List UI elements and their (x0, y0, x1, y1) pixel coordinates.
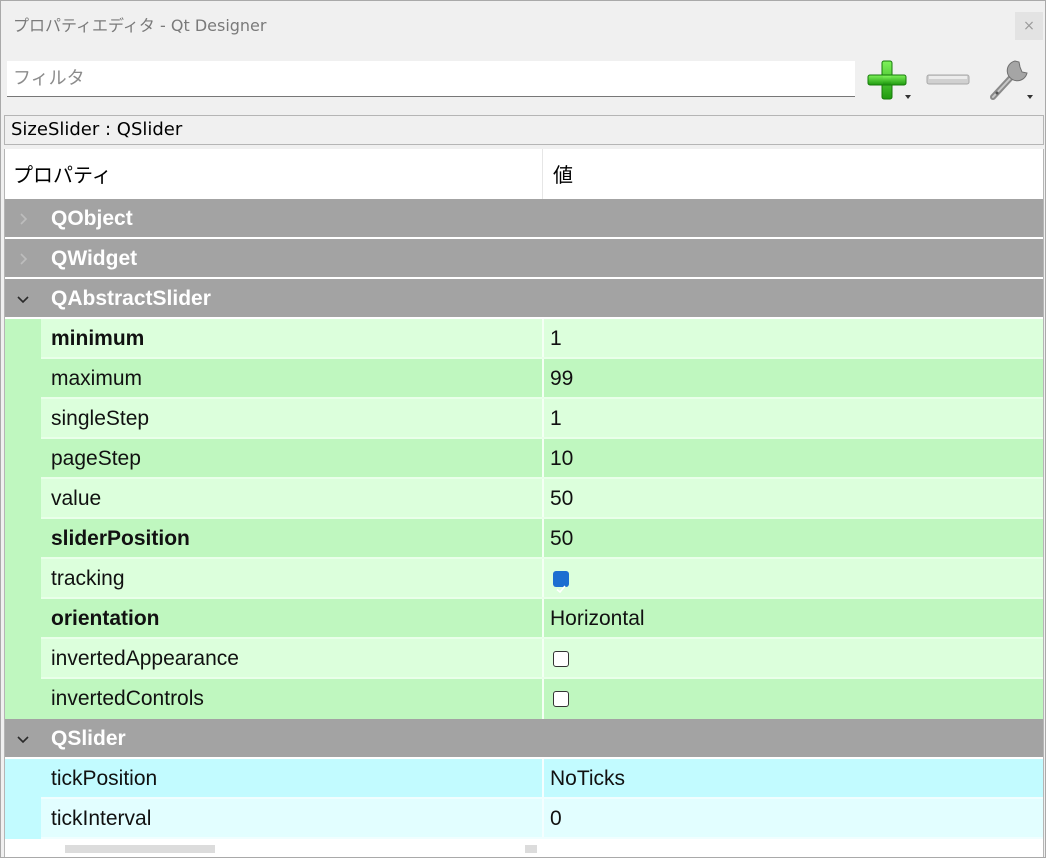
header-divider[interactable] (542, 149, 543, 199)
property-row-tracking[interactable]: tracking (5, 559, 1043, 599)
property-row-minimum[interactable]: minimum 1 (5, 319, 1043, 359)
group-name: QAbstractSlider (51, 287, 211, 310)
check-icon (556, 585, 566, 594)
property-value[interactable]: 50 (544, 519, 1043, 559)
header-property[interactable]: プロパティ (13, 149, 112, 199)
tracking-checkbox[interactable] (553, 571, 569, 594)
title-bar[interactable]: プロパティエディタ - Qt Designer × (1, 1, 1045, 45)
configure-button[interactable] (985, 55, 1035, 103)
inverted-controls-checkbox[interactable] (553, 691, 569, 707)
property-value[interactable]: 50 (544, 479, 1043, 519)
property-name: value (41, 479, 542, 519)
chevron-right-icon[interactable] (13, 249, 33, 269)
property-row-sliderposition[interactable]: sliderPosition 50 (5, 519, 1043, 559)
chevron-right-icon[interactable] (13, 209, 33, 229)
row-gutter (5, 439, 41, 479)
minus-icon (926, 74, 970, 85)
property-value[interactable]: 0 (544, 799, 1043, 839)
property-value[interactable]: Horizontal (544, 599, 1043, 639)
clipped-text-fragment (65, 845, 215, 853)
group-name: QWidget (51, 247, 138, 270)
dropdown-arrow-icon (905, 95, 911, 99)
dropdown-arrow-icon (1027, 95, 1033, 99)
property-row-invertedappearance[interactable]: invertedAppearance (5, 639, 1043, 679)
property-name: tickInterval (41, 799, 542, 839)
group-qwidget[interactable]: QWidget (5, 239, 1043, 279)
property-name: singleStep (41, 399, 542, 439)
filter-input[interactable] (7, 61, 855, 97)
property-row-singlestep[interactable]: singleStep 1 (5, 399, 1043, 439)
header-value[interactable]: 値 (553, 149, 573, 199)
close-button[interactable]: × (1015, 12, 1043, 40)
row-gutter (5, 399, 41, 439)
property-row-value[interactable]: value 50 (5, 479, 1043, 519)
property-row-maximum[interactable]: maximum 99 (5, 359, 1043, 399)
row-gutter (5, 559, 41, 599)
row-gutter (5, 519, 41, 559)
toolbar (1, 53, 1045, 103)
property-name: tracking (41, 559, 542, 599)
property-value-cell (544, 679, 1043, 719)
property-value[interactable]: 99 (544, 359, 1043, 399)
property-name: invertedAppearance (41, 639, 542, 679)
row-gutter (5, 599, 41, 639)
property-name: sliderPosition (41, 519, 542, 559)
row-gutter (5, 639, 41, 679)
property-row-tickinterval[interactable]: tickInterval 0 (5, 799, 1043, 839)
row-gutter (5, 359, 41, 399)
property-editor-window: プロパティエディタ - Qt Designer × フィルタ SizeSlide… (0, 0, 1046, 858)
property-row-orientation[interactable]: orientation Horizontal (5, 599, 1043, 639)
property-tree[interactable]: プロパティ 値 QObject QWidget QAbstractSlider (4, 149, 1044, 857)
property-value-cell (544, 639, 1043, 679)
property-name: invertedControls (41, 679, 542, 719)
property-row-tickposition[interactable]: tickPosition NoTicks (5, 759, 1043, 799)
chevron-down-icon[interactable] (13, 289, 33, 309)
property-name: minimum (41, 319, 542, 359)
inverted-appearance-checkbox[interactable] (553, 651, 569, 667)
row-gutter (5, 479, 41, 519)
property-value[interactable]: NoTicks (544, 759, 1043, 799)
property-value[interactable]: 1 (544, 399, 1043, 439)
property-value[interactable]: 10 (544, 439, 1043, 479)
clipped-text-fragment (525, 845, 537, 853)
row-gutter (5, 799, 41, 839)
remove-dynamic-property-button[interactable] (923, 55, 973, 103)
property-name: maximum (41, 359, 542, 399)
row-gutter (5, 319, 41, 359)
close-icon: × (1023, 18, 1035, 34)
property-name: tickPosition (41, 759, 542, 799)
group-qslider[interactable]: QSlider (5, 719, 1043, 759)
property-row-invertedcontrols[interactable]: invertedControls (5, 679, 1043, 719)
partially-hidden-row (5, 839, 1043, 857)
tree-header: プロパティ 値 (5, 149, 1043, 199)
add-dynamic-property-button[interactable] (863, 55, 913, 103)
object-label: SizeSlider : QSlider (4, 115, 1044, 145)
property-value-cell (544, 559, 1043, 599)
row-gutter (5, 759, 41, 799)
property-value[interactable]: 1 (544, 319, 1043, 359)
group-qobject[interactable]: QObject (5, 199, 1043, 239)
property-row-pagestep[interactable]: pageStep 10 (5, 439, 1043, 479)
group-name: QSlider (51, 727, 126, 750)
property-name: pageStep (41, 439, 542, 479)
window-title: プロパティエディタ - Qt Designer (13, 16, 267, 35)
chevron-down-icon[interactable] (13, 729, 33, 749)
group-qabstractslider[interactable]: QAbstractSlider (5, 279, 1043, 319)
group-name: QObject (51, 207, 133, 230)
property-name: orientation (41, 599, 542, 639)
row-gutter (5, 679, 41, 719)
